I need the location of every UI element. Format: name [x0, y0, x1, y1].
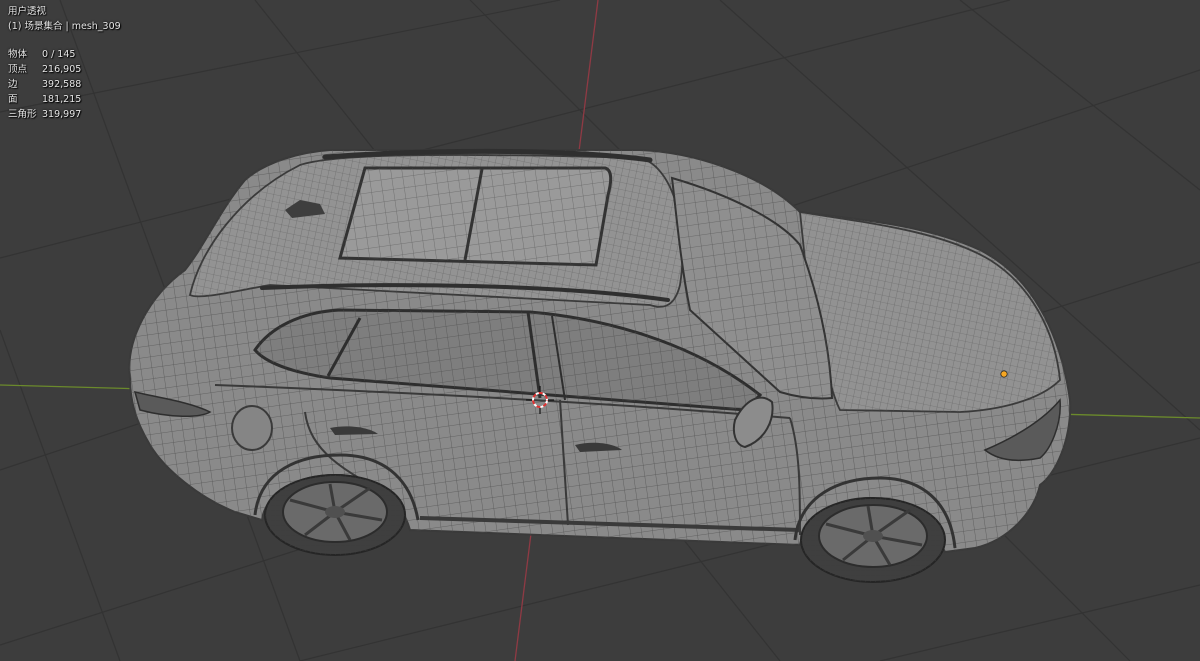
rear-wheel	[264, 474, 406, 556]
3d-viewport[interactable]: 用户透视 (1) 场景集合 | mesh_309 物体 0 / 145 顶点 2…	[0, 0, 1200, 661]
viewport-canvas[interactable]	[0, 0, 1200, 661]
fuel-door	[231, 405, 273, 451]
car-mesh[interactable]	[128, 148, 1072, 583]
object-origin-dot	[1000, 370, 1008, 378]
front-wheel	[800, 497, 946, 583]
